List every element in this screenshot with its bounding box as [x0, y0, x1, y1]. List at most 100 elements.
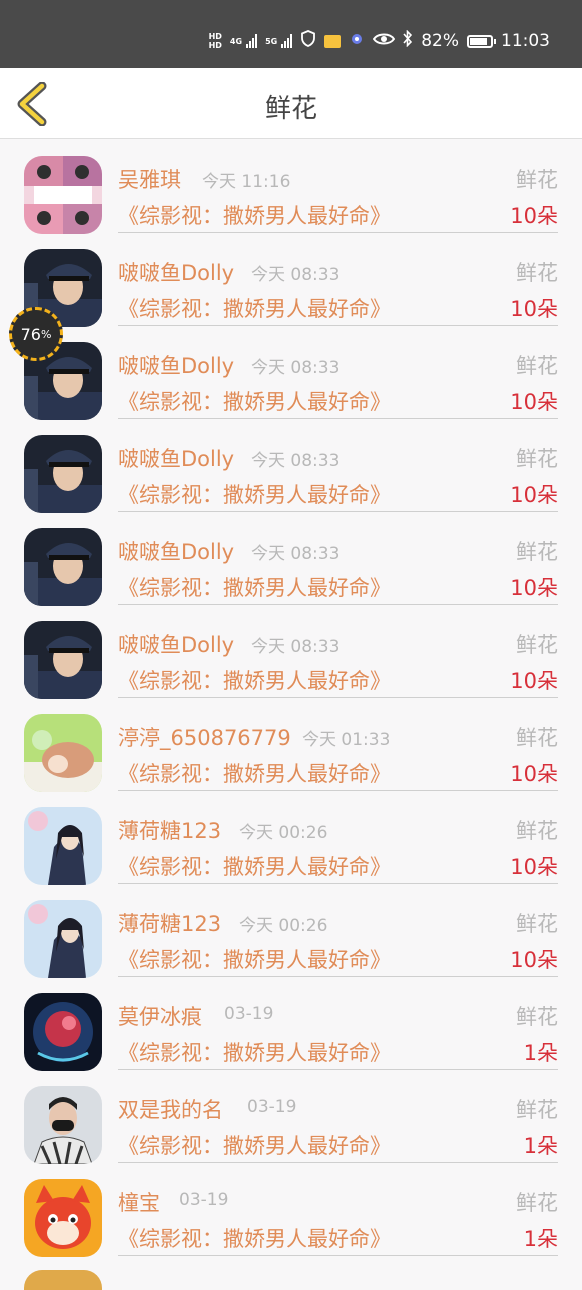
list-item-text: 薄荷糖123 今天 00:26 鲜花 《综影视：撒娇男人最好命》 10朵	[118, 900, 558, 977]
gift-type: 鲜花	[516, 261, 558, 285]
message-icon	[324, 34, 342, 48]
list-item[interactable]: 啵啵鱼Dolly 今天 08:33 鲜花 《综影视：撒娇男人最好命》 10朵	[0, 511, 582, 606]
gift-time: 今天 11:16	[202, 172, 291, 192]
list-item[interactable]: 莫伊冰痕 03-19 鲜花 《综影视：撒娇男人最好命》 1朵	[0, 976, 582, 1071]
book-title[interactable]: 《综影视：撒娇男人最好命》	[118, 758, 391, 788]
gift-count: 1朵	[523, 1227, 558, 1251]
battery-icon	[467, 34, 496, 48]
gift-type: 鲜花	[516, 633, 558, 657]
clock: 11:03	[501, 31, 550, 51]
gift-time: 03-19	[179, 1190, 229, 1210]
float-speed-badge[interactable]: 76%	[9, 307, 63, 361]
sender-name[interactable]: 莫伊冰痕	[118, 1001, 202, 1031]
avatar[interactable]	[24, 1270, 102, 1290]
sender-name[interactable]: 啵啵鱼Dolly	[118, 257, 234, 287]
book-title[interactable]: 《综影视：撒娇男人最好命》	[118, 944, 391, 974]
avatar[interactable]	[24, 621, 102, 699]
shield-icon	[300, 30, 316, 52]
avatar[interactable]	[24, 1086, 102, 1164]
sender-name[interactable]: 橦宝	[118, 1187, 160, 1217]
signal-icon	[246, 34, 258, 48]
page-title: 鲜花	[264, 94, 317, 124]
avatar[interactable]	[24, 1179, 102, 1257]
gift-time: 今天 00:26	[239, 823, 328, 843]
gift-time: 今天 08:33	[251, 265, 340, 285]
gift-count: 10朵	[510, 483, 558, 507]
gift-count: 10朵	[510, 855, 558, 879]
list-item-text: 啵啵鱼Dolly 今天 08:33 鲜花 《综影视：撒娇男人最好命》 10朵	[118, 621, 558, 698]
gift-time: 今天 01:33	[302, 730, 391, 750]
gift-count: 10朵	[510, 390, 558, 414]
gift-count: 10朵	[510, 297, 558, 321]
avatar[interactable]	[24, 528, 102, 606]
gift-type: 鲜花	[516, 1191, 558, 1215]
list-item[interactable]: 啵啵鱼Dolly 今天 08:33 鲜花 《综影视：撒娇男人最好命》 10朵	[0, 604, 582, 699]
gift-count: 10朵	[510, 948, 558, 972]
avatar[interactable]	[24, 435, 102, 513]
app-icon	[349, 31, 365, 51]
gift-type: 鲜花	[516, 540, 558, 564]
avatar[interactable]	[24, 156, 102, 234]
book-title[interactable]: 《综影视：撒娇男人最好命》	[118, 479, 391, 509]
hd-indicator: HD HD	[209, 32, 222, 50]
hd-bottom-label: HD	[208, 41, 222, 50]
list-item[interactable]: 双是我的名 03-19 鲜花 《综影视：撒娇男人最好命》 1朵	[0, 1069, 582, 1164]
list-item[interactable]: 啵啵鱼Dolly 今天 08:33 鲜花 《综影视：撒娇男人最好命》 10朵	[0, 418, 582, 513]
list-item[interactable]: 啵啵鱼Dolly 今天 08:33 鲜花 《综影视：撒娇男人最好命》 10朵	[0, 232, 582, 327]
badge-unit: %	[40, 327, 52, 341]
book-title[interactable]: 《综影视：撒娇男人最好命》	[118, 851, 391, 881]
hd-top-label: HD	[208, 32, 222, 41]
list-item-text: 啵啵鱼Dolly 今天 08:33 鲜花 《综影视：撒娇男人最好命》 10朵	[118, 435, 558, 512]
network-type-label-2: 5G	[265, 36, 278, 46]
sender-name[interactable]: 吴雅琪	[118, 164, 181, 194]
list-item[interactable]: 薄荷糖123 今天 00:26 鲜花 《综影视：撒娇男人最好命》 10朵	[0, 790, 582, 885]
list-item[interactable]: 啵啵鱼Dolly 今天 08:33 鲜花 《综影视：撒娇男人最好命》 10朵	[0, 325, 582, 420]
book-title[interactable]: 《综影视：撒娇男人最好命》	[118, 1130, 391, 1160]
avatar[interactable]	[24, 714, 102, 792]
list-item-text: 莫伊冰痕 03-19 鲜花 《综影视：撒娇男人最好命》 1朵	[118, 993, 558, 1070]
gift-type: 鲜花	[516, 726, 558, 750]
avatar[interactable]	[24, 900, 102, 978]
sender-name[interactable]: 渟渟_650876779	[118, 722, 291, 752]
gift-type: 鲜花	[516, 168, 558, 192]
list-item-text: 薄荷糖123 今天 00:26 鲜花 《综影视：撒娇男人最好命》 10朵	[118, 807, 558, 884]
list-item[interactable]: 薄荷糖123 今天 00:26 鲜花 《综影视：撒娇男人最好命》 10朵	[0, 883, 582, 978]
book-title[interactable]: 《综影视：撒娇男人最好命》	[118, 386, 391, 416]
status-icons: HD HD 4G 5G 82% 11:03	[209, 29, 550, 52]
list-item-text: 啵啵鱼Dolly 今天 08:33 鲜花 《综影视：撒娇男人最好命》 10朵	[118, 528, 558, 605]
gift-type: 鲜花	[516, 1005, 558, 1029]
list-item[interactable]: 橦宝 03-19 鲜花 《综影视：撒娇男人最好命》 1朵	[0, 1162, 582, 1257]
sender-name[interactable]: 啵啵鱼Dolly	[118, 536, 234, 566]
sender-name[interactable]: 啵啵鱼Dolly	[118, 629, 234, 659]
gift-count: 10朵	[510, 669, 558, 693]
status-bar: HD HD 4G 5G 82% 11:03	[0, 0, 582, 68]
book-title[interactable]: 《综影视：撒娇男人最好命》	[118, 665, 391, 695]
nav-bar: 鲜花	[0, 68, 582, 139]
list-item-text: 啵啵鱼Dolly 今天 08:33 鲜花 《综影视：撒娇男人最好命》 10朵	[118, 249, 558, 326]
book-title[interactable]: 《综影视：撒娇男人最好命》	[118, 1037, 391, 1067]
sender-name[interactable]: 啵啵鱼Dolly	[118, 350, 234, 380]
signal-icon-2	[281, 34, 293, 48]
sender-name[interactable]: 双是我的名	[118, 1094, 223, 1124]
book-title[interactable]: 《综影视：撒娇男人最好命》	[118, 1223, 391, 1253]
avatar[interactable]	[24, 993, 102, 1071]
gift-type: 鲜花	[516, 447, 558, 471]
list-item-text: 橦宝 03-19 鲜花 《综影视：撒娇男人最好命》 1朵	[118, 1179, 558, 1256]
sender-name[interactable]: 薄荷糖123	[118, 815, 221, 845]
gift-time: 今天 00:26	[239, 916, 328, 936]
book-title[interactable]: 《综影视：撒娇男人最好命》	[118, 572, 391, 602]
flower-gift-list: 吴雅琪 今天 11:16 鲜花 《综影视：撒娇男人最好命》 10朵 啵啵鱼Dol…	[0, 139, 582, 1257]
list-item[interactable]: 吴雅琪 今天 11:16 鲜花 《综影视：撒娇男人最好命》 10朵	[0, 139, 582, 234]
gift-time: 今天 08:33	[251, 637, 340, 657]
gift-count: 1朵	[523, 1134, 558, 1158]
avatar[interactable]	[24, 807, 102, 885]
sender-name[interactable]: 啵啵鱼Dolly	[118, 443, 234, 473]
sender-name[interactable]: 薄荷糖123	[118, 908, 221, 938]
book-title[interactable]: 《综影视：撒娇男人最好命》	[118, 200, 391, 230]
gift-type: 鲜花	[516, 1098, 558, 1122]
book-title[interactable]: 《综影视：撒娇男人最好命》	[118, 293, 391, 323]
list-item-text: 吴雅琪 今天 11:16 鲜花 《综影视：撒娇男人最好命》 10朵	[118, 156, 558, 233]
bluetooth-icon	[403, 29, 413, 52]
gift-count: 1朵	[523, 1041, 558, 1065]
list-item[interactable]: 渟渟_650876779 今天 01:33 鲜花 《综影视：撒娇男人最好命》 1…	[0, 697, 582, 792]
